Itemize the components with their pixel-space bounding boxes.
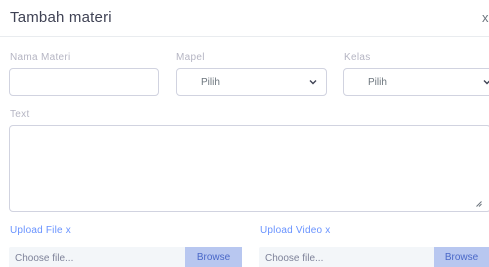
text-textarea[interactable] [9,125,489,212]
modal-header: Tambah materi x [0,0,489,37]
upload-file-placeholder: Choose file... [15,253,74,264]
mapel-selected-value: Pilih [201,77,220,88]
nama-materi-label: Nama Materi [10,52,71,63]
kelas-label: Kelas [344,52,371,63]
kelas-selected-value: Pilih [368,77,387,88]
nama-materi-input[interactable] [9,68,159,96]
upload-video-label[interactable]: Upload Video x [260,225,330,236]
upload-video-browse-button[interactable]: Browse [434,247,489,267]
modal-title: Tambah materi [10,9,112,26]
mapel-label: Mapel [176,52,205,63]
mapel-select[interactable]: Pilih [176,68,327,96]
upload-file-input[interactable]: Choose file... [9,247,185,267]
chevron-down-icon [483,80,489,85]
chevron-down-icon [309,80,317,85]
resize-handle-icon[interactable] [476,201,482,207]
text-label: Text [10,109,30,120]
upload-video-placeholder: Choose file... [265,253,324,264]
kelas-select[interactable]: Pilih [343,68,489,96]
upload-file-label[interactable]: Upload File x [10,225,71,236]
upload-video-input[interactable]: Choose file... [259,247,434,267]
close-button[interactable]: x [482,10,489,25]
upload-file-browse-button[interactable]: Browse [185,247,242,267]
